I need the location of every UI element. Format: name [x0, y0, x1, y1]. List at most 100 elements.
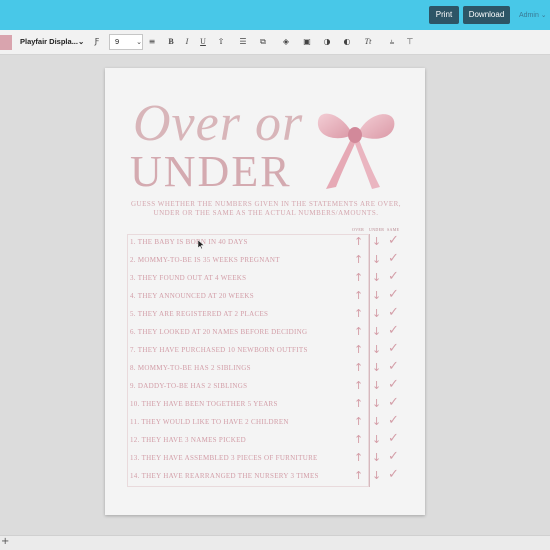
checkmark-icon: ✓	[388, 467, 399, 482]
arrow-up-icon: ↑	[354, 433, 364, 446]
arrow-up-icon: ↑	[354, 397, 364, 410]
checkmark-icon: ✓	[388, 359, 399, 374]
question-text[interactable]: 2. MOMMY-TO-BE IS 35 WEEKS PREGNANT	[130, 256, 280, 264]
bold-icon[interactable]: B	[165, 35, 177, 49]
question-text[interactable]: 7. THEY HAVE PURCHASED 10 NEWBORN OUTFIT…	[130, 346, 308, 354]
bottom-bar: +	[0, 535, 550, 550]
question-row: 14. THEY HAVE REARRANGED THE NURSERY 3 T…	[127, 467, 407, 486]
user-menu[interactable]: Admin ⌄	[519, 11, 547, 19]
question-text[interactable]: 10. THEY HAVE BEEN TOGETHER 5 YEARS	[130, 400, 278, 408]
arrow-down-icon: ↓	[372, 343, 382, 356]
checkmark-icon: ✓	[388, 377, 399, 392]
download-button[interactable]: Download	[463, 6, 510, 24]
underline-icon[interactable]: U	[197, 35, 209, 49]
question-row: 1. THE BABY IS BORN IN 40 DAYS ↑ ↓ ✓	[127, 233, 407, 252]
font-icon[interactable]: Tt	[362, 35, 374, 49]
question-text[interactable]: 6. THEY LOOKED AT 20 NAMES BEFORE DECIDI…	[130, 328, 307, 336]
instructions-text[interactable]: GUESS WHETHER THE NUMBERS GIVEN IN THE S…	[130, 200, 402, 218]
title-under[interactable]: UNDER	[130, 146, 292, 197]
add-page-icon[interactable]: +	[1, 536, 9, 547]
checkmark-icon: ✓	[388, 305, 399, 320]
arrow-up-icon: ↑	[354, 343, 364, 356]
question-text[interactable]: 3. THEY FOUND OUT AT 4 WEEKS	[130, 274, 246, 282]
arrow-up-icon: ↑	[354, 415, 364, 428]
question-text[interactable]: 12. THEY HAVE 3 NAMES PICKED	[130, 436, 246, 444]
top-header-bar: Print Download Admin ⌄	[0, 0, 550, 30]
question-text[interactable]: 1. THE BABY IS BORN IN 40 DAYS	[130, 238, 248, 246]
align-icon[interactable]: ☰	[237, 35, 249, 49]
arrow-up-icon: ↑	[354, 379, 364, 392]
checkmark-icon: ✓	[388, 287, 399, 302]
question-row: 2. MOMMY-TO-BE IS 35 WEEKS PREGNANT ↑ ↓ ✓	[127, 251, 407, 270]
question-row: 9. DADDY-TO-BE HAS 2 SIBLINGS ↑ ↓ ✓	[127, 377, 407, 396]
duplicate-icon[interactable]: ⧉	[257, 35, 269, 49]
print-button[interactable]: Print	[429, 6, 459, 24]
checkmark-icon: ✓	[388, 341, 399, 356]
arrow-up-icon: ↑	[354, 469, 364, 482]
effects-icon[interactable]: ◑	[321, 35, 333, 49]
layers-icon[interactable]: ◈	[280, 35, 292, 49]
arrow-up-icon: ↑	[354, 451, 364, 464]
arrow-up-icon: ↑	[354, 235, 364, 248]
question-row: 13. THEY HAVE ASSEMBLED 3 PIECES OF FURN…	[127, 449, 407, 468]
chevron-down-icon[interactable]: ⌄	[133, 35, 145, 49]
arrow-up-icon: ↑	[354, 289, 364, 302]
question-text[interactable]: 13. THEY HAVE ASSEMBLED 3 PIECES OF FURN…	[130, 454, 318, 462]
question-text[interactable]: 4. THEY ANNOUNCED AT 20 WEEKS	[130, 292, 254, 300]
question-text[interactable]: 14. THEY HAVE REARRANGED THE NURSERY 3 T…	[130, 472, 319, 480]
question-row: 6. THEY LOOKED AT 20 NAMES BEFORE DECIDI…	[127, 323, 407, 342]
checkmark-icon: ✓	[388, 323, 399, 338]
arrow-down-icon: ↓	[372, 235, 382, 248]
arrow-down-icon: ↓	[372, 307, 382, 320]
arrow-down-icon: ↓	[372, 361, 382, 374]
mouse-cursor-icon	[198, 240, 204, 249]
question-row: 8. MOMMY-TO-BE HAS 2 SIBLINGS ↑ ↓ ✓	[127, 359, 407, 378]
text-style-icon[interactable]: Ƒ	[91, 35, 103, 49]
question-row: 3. THEY FOUND OUT AT 4 WEEKS ↑ ↓ ✓	[127, 269, 407, 288]
arrow-down-icon: ↓	[372, 397, 382, 410]
question-text[interactable]: 5. THEY ARE REGISTERED AT 2 PLACES	[130, 310, 268, 318]
arrow-down-icon: ↓	[372, 451, 382, 464]
checkmark-icon: ✓	[388, 251, 399, 266]
question-text[interactable]: 9. DADDY-TO-BE HAS 2 SIBLINGS	[130, 382, 247, 390]
arrow-up-icon: ↑	[354, 361, 364, 374]
italic-icon[interactable]: I	[181, 35, 193, 49]
checkmark-icon: ✓	[388, 395, 399, 410]
checkmark-icon: ✓	[388, 449, 399, 464]
text-transform-icon[interactable]: ⇧	[215, 35, 227, 49]
question-row: 4. THEY ANNOUNCED AT 20 WEEKS ↑ ↓ ✓	[127, 287, 407, 306]
color-swatch[interactable]	[0, 35, 12, 50]
column-header-same: SAME	[387, 227, 400, 232]
document-page[interactable]: Over or UNDER GUESS WHETHER THE NUMBERS …	[105, 68, 425, 515]
line-spacing-icon[interactable]: ≡	[146, 35, 158, 49]
arrow-down-icon: ↓	[372, 415, 382, 428]
clear-format-icon[interactable]: ⫨	[386, 35, 398, 49]
arrow-down-icon: ↓	[372, 325, 382, 338]
arrow-up-icon: ↑	[354, 307, 364, 320]
checkmark-icon: ✓	[388, 431, 399, 446]
question-row: 11. THEY WOULD LIKE TO HAVE 2 CHILDREN ↑ ↓…	[127, 413, 407, 432]
arrow-down-icon: ↓	[372, 271, 382, 284]
arrow-down-icon: ↓	[372, 379, 382, 392]
question-text[interactable]: 8. MOMMY-TO-BE HAS 2 SIBLINGS	[130, 364, 251, 372]
font-family-select[interactable]: Playfair Displa...⌄	[16, 34, 83, 50]
question-row: 7. THEY HAVE PURCHASED 10 NEWBORN OUTFIT…	[127, 341, 407, 360]
column-header-over: OVER	[352, 227, 365, 232]
checkmark-icon: ✓	[388, 269, 399, 284]
lock-icon[interactable]: ▣	[301, 35, 313, 49]
question-row: 5. THEY ARE REGISTERED AT 2 PLACES ↑ ↓ ✓	[127, 305, 407, 324]
format-toolbar: Playfair Displa...⌄ Ƒ 9 ⌄ ≡ B I U ⇧ ☰ ⧉ …	[0, 30, 550, 55]
arrow-down-icon: ↓	[372, 433, 382, 446]
arrow-up-icon: ↑	[354, 325, 364, 338]
arrow-up-icon: ↑	[354, 271, 364, 284]
text-case-icon[interactable]: ⊤	[404, 35, 416, 49]
bow-graphic[interactable]	[310, 103, 400, 193]
title-over[interactable]: Over or	[133, 94, 303, 153]
checkmark-icon: ✓	[388, 413, 399, 428]
question-text[interactable]: 11. THEY WOULD LIKE TO HAVE 2 CHILDREN	[130, 418, 289, 426]
arrow-up-icon: ↑	[354, 253, 364, 266]
checkmark-icon: ✓	[388, 233, 399, 248]
opacity-icon[interactable]: ◐	[341, 35, 353, 49]
column-header-under: UNDER	[369, 227, 385, 232]
question-row: 10. THEY HAVE BEEN TOGETHER 5 YEARS ↑ ↓ ✓	[127, 395, 407, 414]
